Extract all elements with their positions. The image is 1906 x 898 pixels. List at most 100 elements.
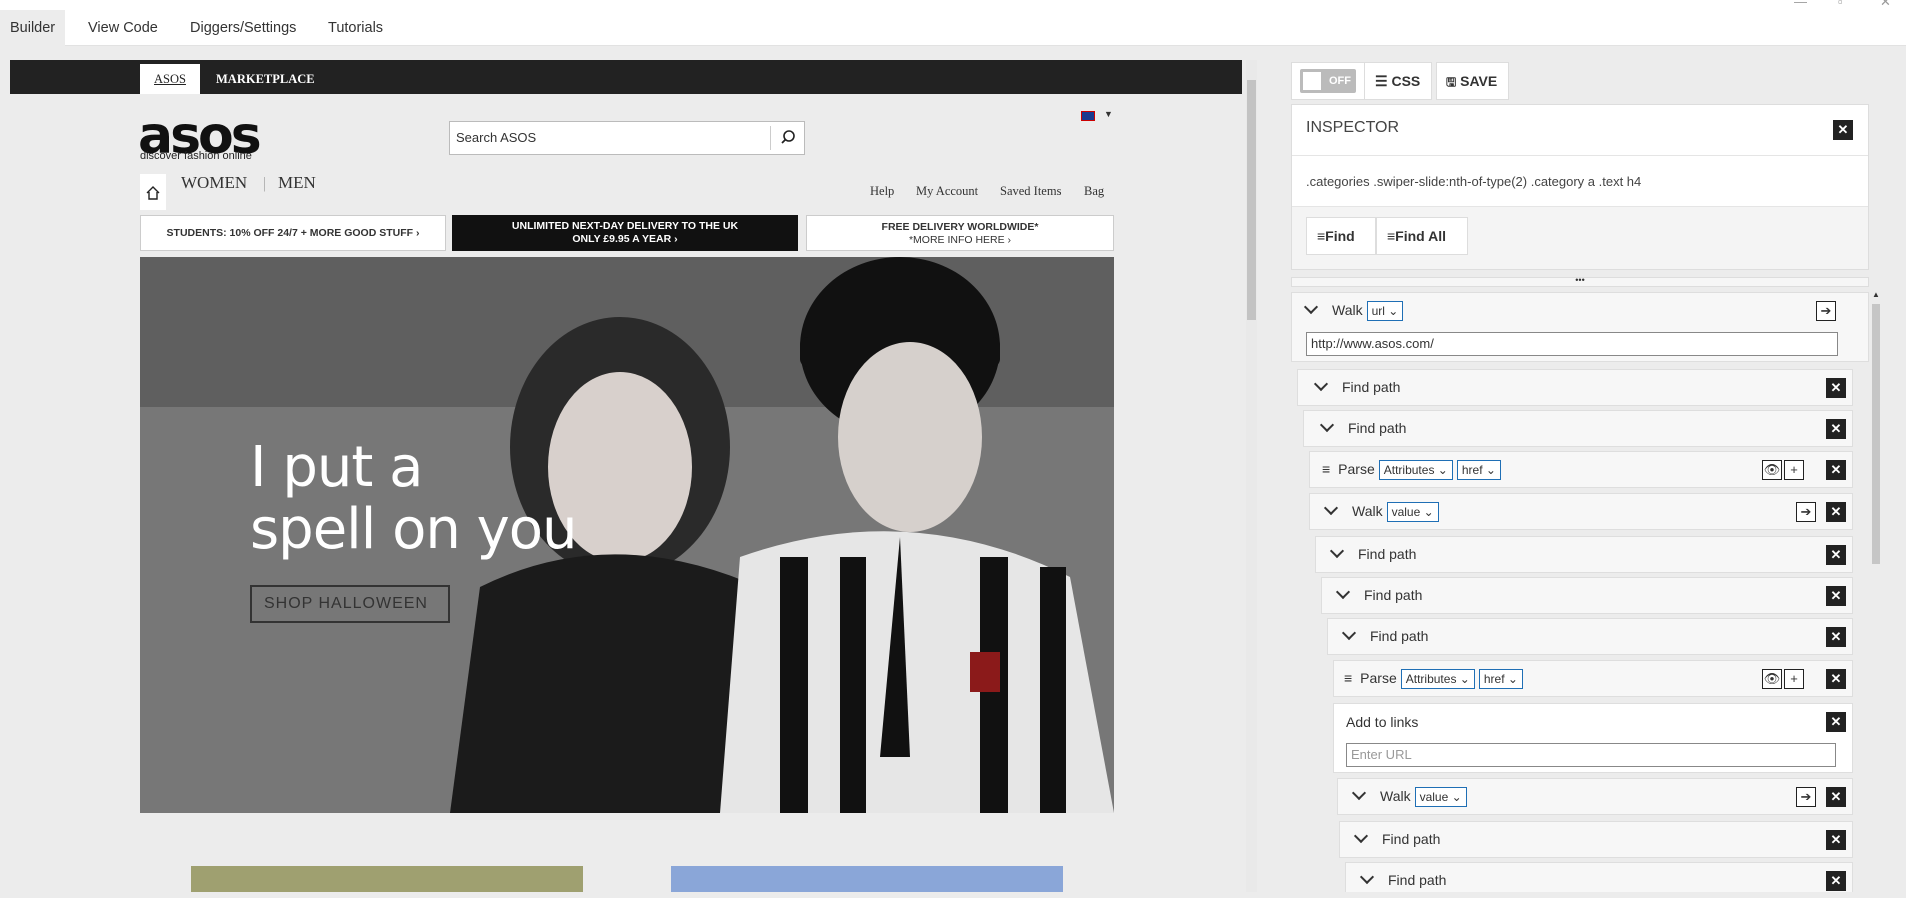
home-icon[interactable] — [140, 174, 166, 210]
chevron-down-icon[interactable]: ▼ — [1104, 109, 1113, 119]
remove-step-icon[interactable]: ✕ — [1826, 830, 1846, 850]
scroll-up-icon[interactable]: ▲ — [1872, 290, 1880, 299]
remove-step-icon[interactable]: ✕ — [1826, 545, 1846, 565]
remove-step-icon[interactable]: ✕ — [1826, 586, 1846, 606]
run-arrow-icon[interactable]: ➔ — [1816, 301, 1836, 321]
nav-women[interactable]: WOMEN — [181, 173, 247, 193]
enter-url-input[interactable]: Enter URL — [1346, 743, 1836, 767]
step-parse[interactable]: ≡ Parse Attributes ⌄ href ⌄ 👁 + ✕ — [1309, 451, 1853, 488]
step-find-path[interactable]: Find path ✕ — [1339, 821, 1853, 858]
drag-handle-icon[interactable]: ≡ — [1344, 670, 1352, 686]
find-path-label: Find path — [1370, 628, 1429, 644]
steps-scrollbar[interactable]: ▲ — [1870, 290, 1882, 892]
close-window-icon[interactable]: ✕ — [1880, 0, 1891, 10]
chevron-down-icon[interactable] — [1323, 500, 1339, 516]
scrollbar-thumb[interactable] — [1872, 304, 1880, 564]
chevron-down-icon[interactable] — [1341, 625, 1357, 641]
parse-attr-select[interactable]: href ⌄ — [1478, 669, 1523, 690]
nav-bag[interactable]: Bag — [1084, 184, 1104, 199]
walk-type-select[interactable]: value ⌄ — [1414, 787, 1467, 808]
remove-step-icon[interactable]: ✕ — [1826, 460, 1846, 480]
tab-tutorials[interactable]: Tutorials — [318, 10, 393, 46]
resize-handle[interactable]: ••• — [1291, 276, 1869, 287]
tab-view-code[interactable]: View Code — [78, 10, 168, 46]
marketplace-tab[interactable]: MARKETPLACE — [202, 64, 329, 94]
page-preview[interactable]: ASOS MARKETPLACE asos discover fashion o… — [10, 60, 1242, 892]
remove-step-icon[interactable]: ✕ — [1826, 871, 1846, 891]
step-walk-url[interactable]: Walk url ⌄ ➔ http://www.asos.com/ — [1291, 292, 1869, 362]
walk-label: Walk — [1332, 302, 1363, 318]
nav-men[interactable]: MEN — [278, 173, 316, 193]
step-find-path[interactable]: Find path ✕ — [1303, 410, 1853, 447]
chevron-down-icon[interactable] — [1359, 869, 1375, 885]
save-button[interactable]: 🖫 SAVE — [1436, 62, 1509, 100]
chevron-down-icon[interactable] — [1313, 376, 1329, 392]
toggle-off[interactable]: OFF — [1291, 62, 1365, 100]
promo-delivery[interactable]: UNLIMITED NEXT-DAY DELIVERY TO THE UK ON… — [452, 215, 798, 251]
step-walk-value[interactable]: Walk value ⌄ ➔ ✕ — [1309, 493, 1853, 530]
asos-tab[interactable]: ASOS — [140, 64, 200, 94]
add-icon[interactable]: + — [1784, 669, 1804, 689]
remove-step-icon[interactable]: ✕ — [1826, 502, 1846, 522]
find-path-label: Find path — [1382, 831, 1441, 847]
add-icon[interactable]: + — [1784, 460, 1804, 480]
remove-step-icon[interactable]: ✕ — [1826, 787, 1846, 807]
parse-attr-select[interactable]: href ⌄ — [1456, 460, 1501, 481]
search-input[interactable]: Search ASOS — [449, 121, 805, 155]
step-find-path[interactable]: Find path ✕ — [1315, 536, 1853, 573]
chevron-down-icon[interactable] — [1335, 584, 1351, 600]
selector-text[interactable]: .categories .swiper-slide:nth-of-type(2)… — [1306, 174, 1641, 189]
search-icon[interactable] — [770, 126, 804, 150]
run-arrow-icon[interactable]: ➔ — [1796, 787, 1816, 807]
category-thumb-1[interactable] — [191, 866, 583, 892]
eye-icon[interactable]: 👁 — [1762, 669, 1782, 689]
find-label: Find — [1325, 228, 1355, 244]
eye-icon[interactable]: 👁 — [1762, 460, 1782, 480]
run-arrow-icon[interactable]: ➔ — [1796, 502, 1816, 522]
promo-worldwide[interactable]: FREE DELIVERY WORLDWIDE* *MORE INFO HERE… — [806, 215, 1114, 251]
chevron-down-icon[interactable] — [1329, 543, 1345, 559]
tab-builder[interactable]: Builder — [0, 10, 66, 46]
remove-step-icon[interactable]: ✕ — [1826, 712, 1846, 732]
walk-type-select[interactable]: url ⌄ — [1366, 301, 1404, 322]
tab-diggers-settings[interactable]: Diggers/Settings — [180, 10, 306, 46]
maximize-icon[interactable]: ▫ — [1838, 0, 1843, 9]
nav-saved-items[interactable]: Saved Items — [1000, 184, 1061, 199]
nav-help[interactable]: Help — [870, 184, 894, 199]
chevron-down-icon[interactable] — [1351, 785, 1367, 801]
find-path-label: Find path — [1364, 587, 1423, 603]
remove-step-icon[interactable]: ✕ — [1826, 669, 1846, 689]
step-find-path[interactable]: Find path ✕ — [1321, 577, 1853, 614]
scrollbar-thumb[interactable] — [1247, 80, 1256, 320]
preview-scrollbar[interactable] — [1246, 60, 1257, 892]
drag-handle-icon[interactable]: ≡ — [1322, 461, 1330, 477]
step-find-path[interactable]: Find path ✕ — [1345, 862, 1853, 892]
close-inspector-icon[interactable]: ✕ — [1833, 120, 1853, 140]
walk-url-input[interactable]: http://www.asos.com/ — [1306, 332, 1838, 356]
chevron-down-icon[interactable] — [1303, 299, 1319, 315]
chevron-down-icon[interactable] — [1353, 828, 1369, 844]
step-walk-value[interactable]: Walk value ⌄ ➔ ✕ — [1337, 778, 1853, 815]
parse-type-select[interactable]: Attributes ⌄ — [1378, 460, 1453, 481]
remove-step-icon[interactable]: ✕ — [1826, 419, 1846, 439]
step-add-to-links[interactable]: Add to links ✕ Enter URL — [1333, 703, 1853, 773]
step-find-path[interactable]: Find path ✕ — [1327, 618, 1853, 655]
remove-step-icon[interactable]: ✕ — [1826, 378, 1846, 398]
css-button[interactable]: ☰ CSS — [1364, 62, 1432, 100]
step-parse[interactable]: ≡ Parse Attributes ⌄ href ⌄ 👁 + ✕ — [1333, 660, 1853, 697]
step-find-path[interactable]: Find path ✕ — [1297, 369, 1853, 406]
nav-my-account[interactable]: My Account — [916, 184, 978, 199]
hero-line-2: spell on you — [250, 497, 578, 562]
uk-flag-icon[interactable] — [1081, 111, 1095, 121]
find-button[interactable]: ≡Find — [1306, 217, 1376, 255]
category-thumb-2[interactable] — [671, 866, 1063, 892]
chevron-down-icon[interactable] — [1319, 417, 1335, 433]
minimize-icon[interactable]: — — [1794, 0, 1807, 9]
find-all-button[interactable]: ≡Find All — [1376, 217, 1468, 255]
hero-banner[interactable]: I put a spell on you SHOP HALLOWEEN — [140, 257, 1114, 813]
walk-type-select[interactable]: value ⌄ — [1386, 502, 1439, 523]
parse-type-select[interactable]: Attributes ⌄ — [1400, 669, 1475, 690]
promo-students[interactable]: STUDENTS: 10% OFF 24/7 + MORE GOOD STUFF… — [140, 215, 446, 251]
shop-halloween-button[interactable]: SHOP HALLOWEEN — [250, 585, 450, 623]
remove-step-icon[interactable]: ✕ — [1826, 627, 1846, 647]
